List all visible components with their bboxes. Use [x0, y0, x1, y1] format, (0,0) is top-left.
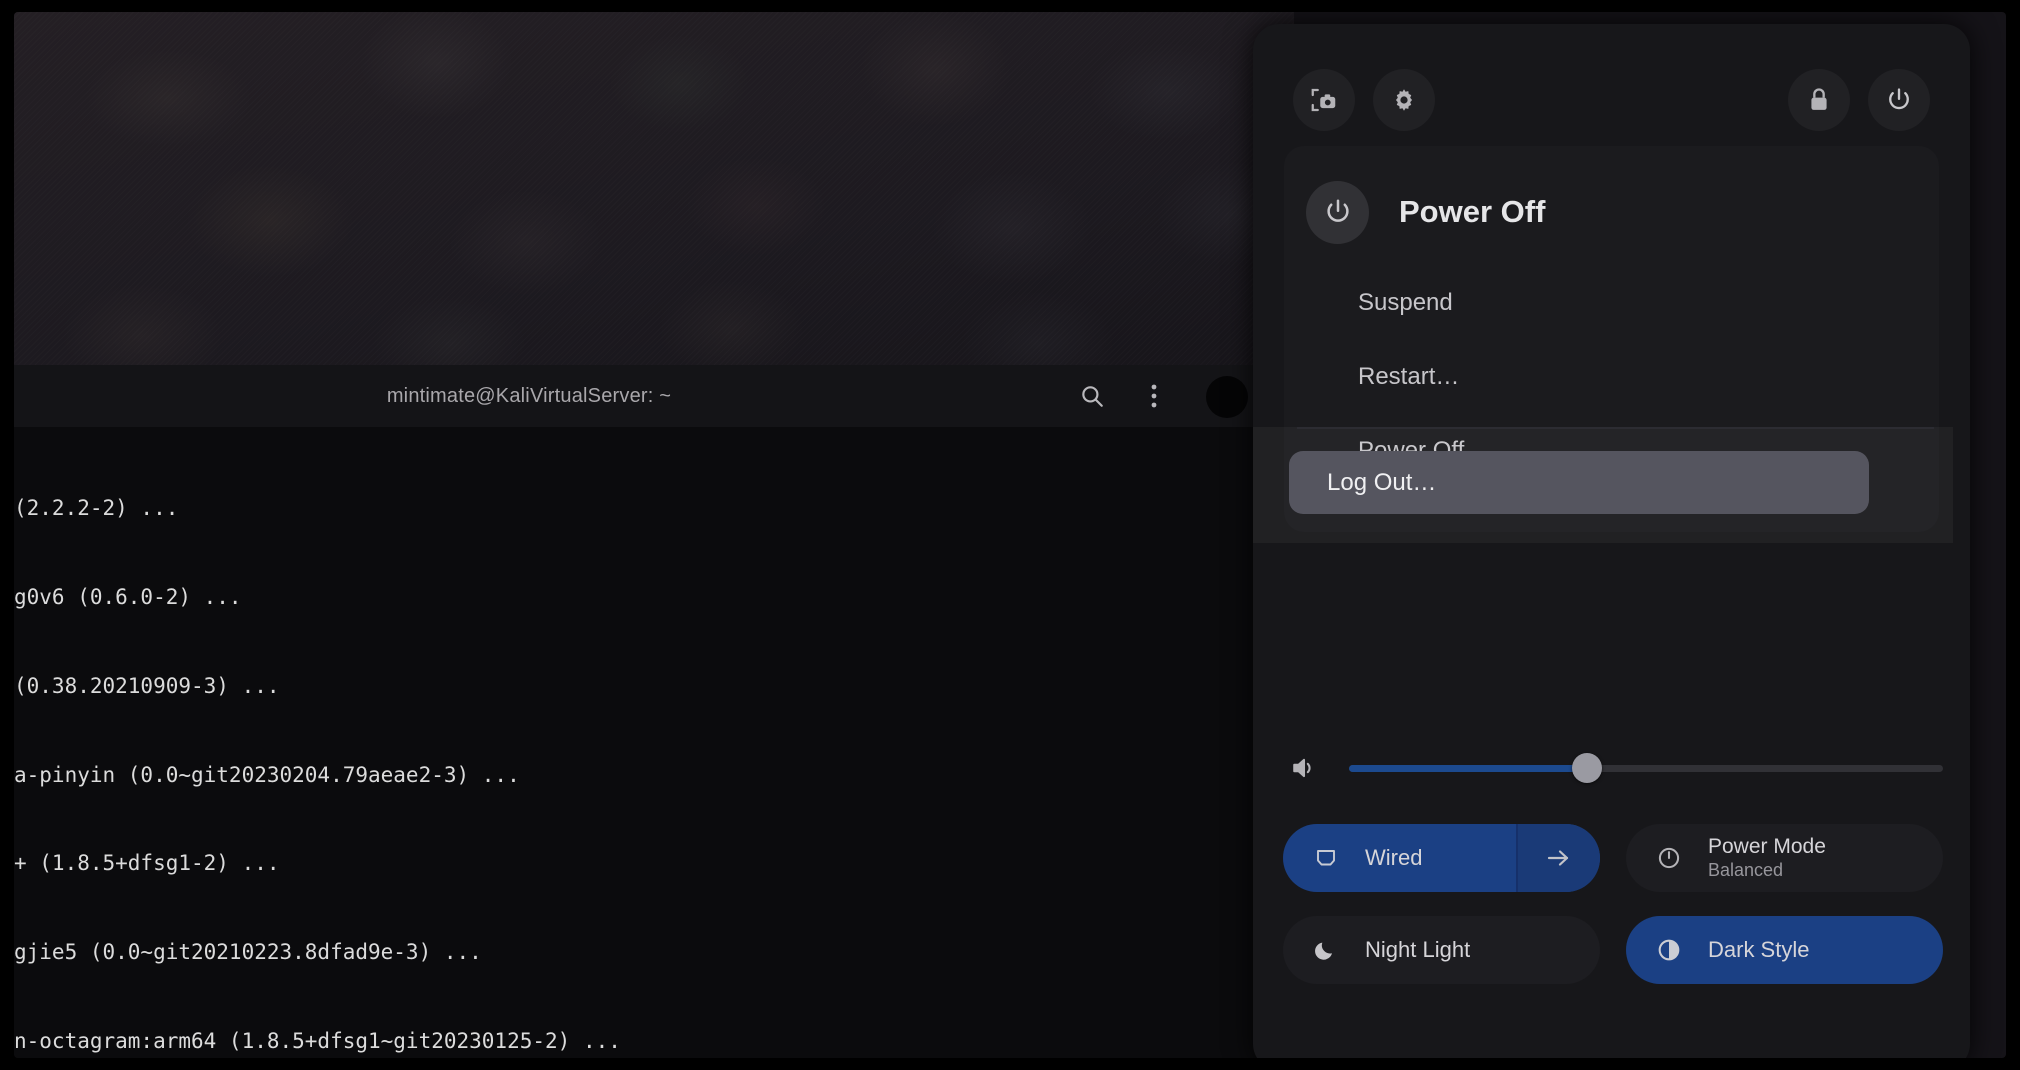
quick-settings-panel: Power Off Suspend Restart… Power Off… Lo…	[1253, 24, 1970, 1058]
terminal-line: gjie5 (0.0~git20210223.8dfad9e-3) ...	[14, 940, 482, 965]
lock-button[interactable]	[1788, 69, 1850, 131]
power-icon	[1306, 180, 1369, 244]
menu-item-restart[interactable]: Restart…	[1284, 348, 1939, 406]
power-mode-tile-label: Power Mode	[1708, 835, 1826, 858]
volume-knob[interactable]	[1571, 753, 1602, 783]
power-icon	[1885, 86, 1913, 114]
menu-separator	[1297, 427, 1934, 429]
screenshot-button[interactable]	[1293, 69, 1355, 131]
speaker-icon[interactable]	[1283, 755, 1325, 781]
terminal-window: mintimate@KaliVirtualServer: ~ (2.2.2-2)…	[14, 365, 1294, 1058]
terminal-line: n-octagram:arm64 (1.8.5+dfsg1~git2023012…	[14, 1028, 621, 1053]
desktop: mintimate@KaliVirtualServer: ~ (2.2.2-2)…	[14, 12, 2006, 1058]
gauge-icon	[1656, 845, 1690, 871]
power-off-menu-title: Power Off	[1399, 194, 1546, 229]
menu-item-log-out[interactable]: Log Out…	[1289, 451, 1869, 514]
half-circle-icon	[1656, 937, 1690, 963]
wired-tile[interactable]: Wired	[1283, 824, 1600, 892]
tile-row: Wired Power Mode Balanced	[1283, 824, 1943, 892]
desktop-wallpaper	[14, 12, 1294, 372]
moon-icon	[1313, 937, 1347, 963]
dark-style-tile-labels: Dark Style	[1708, 937, 1809, 963]
wired-submenu-button[interactable]	[1516, 824, 1600, 892]
power-off-menu-header[interactable]: Power Off	[1284, 146, 1939, 254]
terminal-line: (2.2.2-2) ...	[14, 496, 179, 521]
screen-root: mintimate@KaliVirtualServer: ~ (2.2.2-2)…	[0, 0, 2020, 1070]
lock-icon	[1806, 86, 1832, 114]
menu-item-suspend[interactable]: Suspend	[1284, 274, 1939, 332]
power-button[interactable]	[1868, 69, 1930, 131]
terminal-titlebar[interactable]: mintimate@KaliVirtualServer: ~	[14, 365, 1294, 427]
power-mode-tile-sub: Balanced	[1708, 860, 1784, 880]
quick-settings-tiles: Wired Power Mode Balanced Night Light Da…	[1283, 824, 1943, 1008]
terminal-line: (0.38.20210909-3) ...	[14, 673, 280, 698]
ethernet-icon	[1313, 846, 1347, 870]
settings-button[interactable]	[1373, 69, 1435, 131]
dark-style-tile-label: Dark Style	[1708, 937, 1810, 962]
power-mode-tile[interactable]: Power Mode Balanced	[1626, 824, 1943, 892]
arrow-right-icon	[1545, 847, 1573, 869]
search-icon[interactable]	[1072, 376, 1112, 416]
night-light-tile-label: Night Light	[1365, 937, 1471, 962]
terminal-line: g0v6 (0.6.0-2) ...	[14, 584, 242, 609]
kebab-menu-icon[interactable]	[1134, 376, 1174, 416]
night-light-tile-labels: Night Light	[1365, 937, 1470, 963]
screenshot-icon	[1309, 85, 1339, 115]
close-button[interactable]	[1206, 376, 1248, 418]
terminal-output: (2.2.2-2) ... g0v6 (0.6.0-2) ... (0.38.2…	[14, 427, 1294, 1058]
quick-settings-top-row	[1253, 58, 1970, 142]
terminal-line: + (1.8.5+dfsg1-2) ...	[14, 851, 280, 876]
volume-track[interactable]	[1349, 753, 1943, 783]
power-mode-tile-labels: Power Mode Balanced	[1708, 835, 1826, 881]
wired-tile-labels: Wired	[1365, 845, 1422, 871]
dark-style-tile[interactable]: Dark Style	[1626, 916, 1943, 984]
wired-tile-label: Wired	[1365, 845, 1423, 870]
night-light-tile[interactable]: Night Light	[1283, 916, 1600, 984]
volume-slider-row[interactable]	[1283, 742, 1943, 794]
volume-fill	[1349, 764, 1587, 772]
tile-row: Night Light Dark Style	[1283, 916, 1943, 984]
terminal-line: a-pinyin (0.0~git20230204.79aeae2-3) ...	[14, 762, 520, 787]
gear-icon	[1390, 86, 1418, 114]
